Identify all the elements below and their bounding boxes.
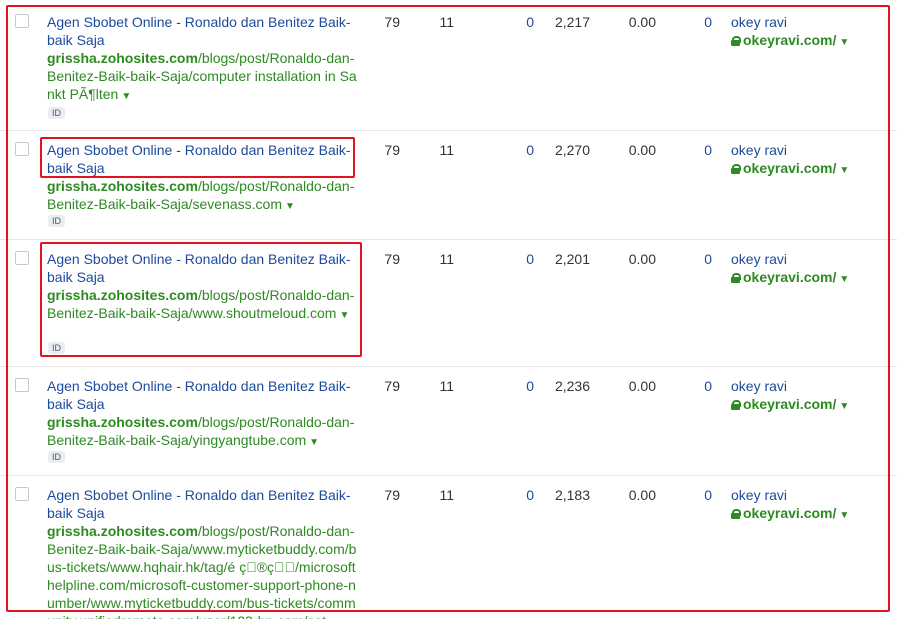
chevron-down-icon[interactable]: ▼ [839,165,849,176]
table-row: Agen Sbobet Online - Ronaldo dan Benitez… [0,476,897,619]
table-row: Agen Sbobet Online - Ronaldo dan Benitez… [0,0,897,131]
url-rating: 11 [439,487,454,503]
author-link[interactable]: okey ravi [731,377,787,395]
chevron-down-icon[interactable]: ▼ [285,201,295,212]
language-badge: ID [48,451,65,463]
referring-domains[interactable]: 0 [510,13,534,31]
traffic-value: 0.00 [628,142,656,158]
table-row: Agen Sbobet Online - Ronaldo dan Benitez… [0,367,897,476]
organic-traffic: 2,217 [554,14,590,30]
result-title-link[interactable]: Agen Sbobet Online - Ronaldo dan Benitez… [47,377,357,413]
keywords-count[interactable]: 0 [690,486,712,504]
url-rating: 11 [439,378,454,394]
keywords-count[interactable]: 0 [690,141,712,159]
author-link[interactable]: okey ravi [731,141,787,159]
domain-rating: 79 [384,487,400,503]
language-badge: ID [48,215,65,227]
chevron-down-icon[interactable]: ▼ [309,437,319,448]
domain-rating: 79 [384,378,400,394]
keywords-count[interactable]: 0 [690,250,712,268]
url-rating: 11 [439,142,454,158]
traffic-value: 0.00 [628,14,656,30]
row-checkbox[interactable] [15,378,29,392]
domain-rating: 79 [384,251,400,267]
row-checkbox[interactable] [15,487,29,501]
author-link[interactable]: okey ravi [731,13,787,31]
referring-domains[interactable]: 0 [510,377,534,395]
row-checkbox[interactable] [15,142,29,156]
table-row: Agen Sbobet Online - Ronaldo dan Benitez… [0,240,897,367]
url-domain: grissha.zohosites.com [47,414,198,430]
keywords-count[interactable]: 0 [690,377,712,395]
result-url-link[interactable]: grissha.zohosites.com/blogs/post/Ronaldo… [47,49,357,106]
traffic-value: 0.00 [628,487,656,503]
url-rating: 11 [439,14,454,30]
url-domain: grissha.zohosites.com [47,287,198,303]
language-badge: ID [48,342,65,354]
site-link[interactable]: okeyravi.com/▼ [731,159,849,180]
domain-rating: 79 [384,142,400,158]
result-title-link[interactable]: Agen Sbobet Online - Ronaldo dan Benitez… [47,250,357,286]
traffic-value: 0.00 [628,251,656,267]
referring-domains[interactable]: 0 [510,141,534,159]
lock-icon [731,273,741,283]
author-link[interactable]: okey ravi [731,486,787,504]
lock-icon [731,400,741,410]
result-url-link[interactable]: grissha.zohosites.com/blogs/post/Ronaldo… [47,522,357,619]
result-title-link[interactable]: Agen Sbobet Online - Ronaldo dan Benitez… [47,141,357,177]
organic-traffic: 2,183 [554,487,590,503]
url-domain: grissha.zohosites.com [47,523,198,539]
lock-icon [731,509,741,519]
result-url-link[interactable]: grissha.zohosites.com/blogs/post/Ronaldo… [47,177,357,216]
referring-domains[interactable]: 0 [510,250,534,268]
referring-domains[interactable]: 0 [510,486,534,504]
organic-traffic: 2,236 [554,378,590,394]
site-link[interactable]: okeyravi.com/▼ [731,504,849,525]
chevron-down-icon[interactable]: ▼ [839,510,849,521]
chevron-down-icon[interactable]: ▼ [121,91,131,102]
lock-icon [731,36,741,46]
result-url-link[interactable]: grissha.zohosites.com/blogs/post/Ronaldo… [47,286,357,325]
row-checkbox[interactable] [15,251,29,265]
traffic-value: 0.00 [628,378,656,394]
site-link[interactable]: okeyravi.com/▼ [731,31,849,52]
chevron-down-icon[interactable]: ▼ [339,310,349,321]
result-title-link[interactable]: Agen Sbobet Online - Ronaldo dan Benitez… [47,13,357,49]
language-badge: ID [48,107,65,119]
url-domain: grissha.zohosites.com [47,50,198,66]
domain-rating: 79 [384,14,400,30]
site-link[interactable]: okeyravi.com/▼ [731,395,849,416]
result-url-link[interactable]: grissha.zohosites.com/blogs/post/Ronaldo… [47,413,357,452]
lock-icon [731,164,741,174]
chevron-down-icon[interactable]: ▼ [839,274,849,285]
table-row: Agen Sbobet Online - Ronaldo dan Benitez… [0,131,897,240]
keywords-count[interactable]: 0 [690,13,712,31]
organic-traffic: 2,201 [554,251,590,267]
chevron-down-icon[interactable]: ▼ [839,401,849,412]
chevron-down-icon[interactable]: ▼ [839,37,849,48]
url-domain: grissha.zohosites.com [47,178,198,194]
url-rating: 11 [439,251,454,267]
site-link[interactable]: okeyravi.com/▼ [731,268,849,289]
organic-traffic: 2,270 [554,142,590,158]
author-link[interactable]: okey ravi [731,250,787,268]
result-title-link[interactable]: Agen Sbobet Online - Ronaldo dan Benitez… [47,486,357,522]
row-checkbox[interactable] [15,14,29,28]
